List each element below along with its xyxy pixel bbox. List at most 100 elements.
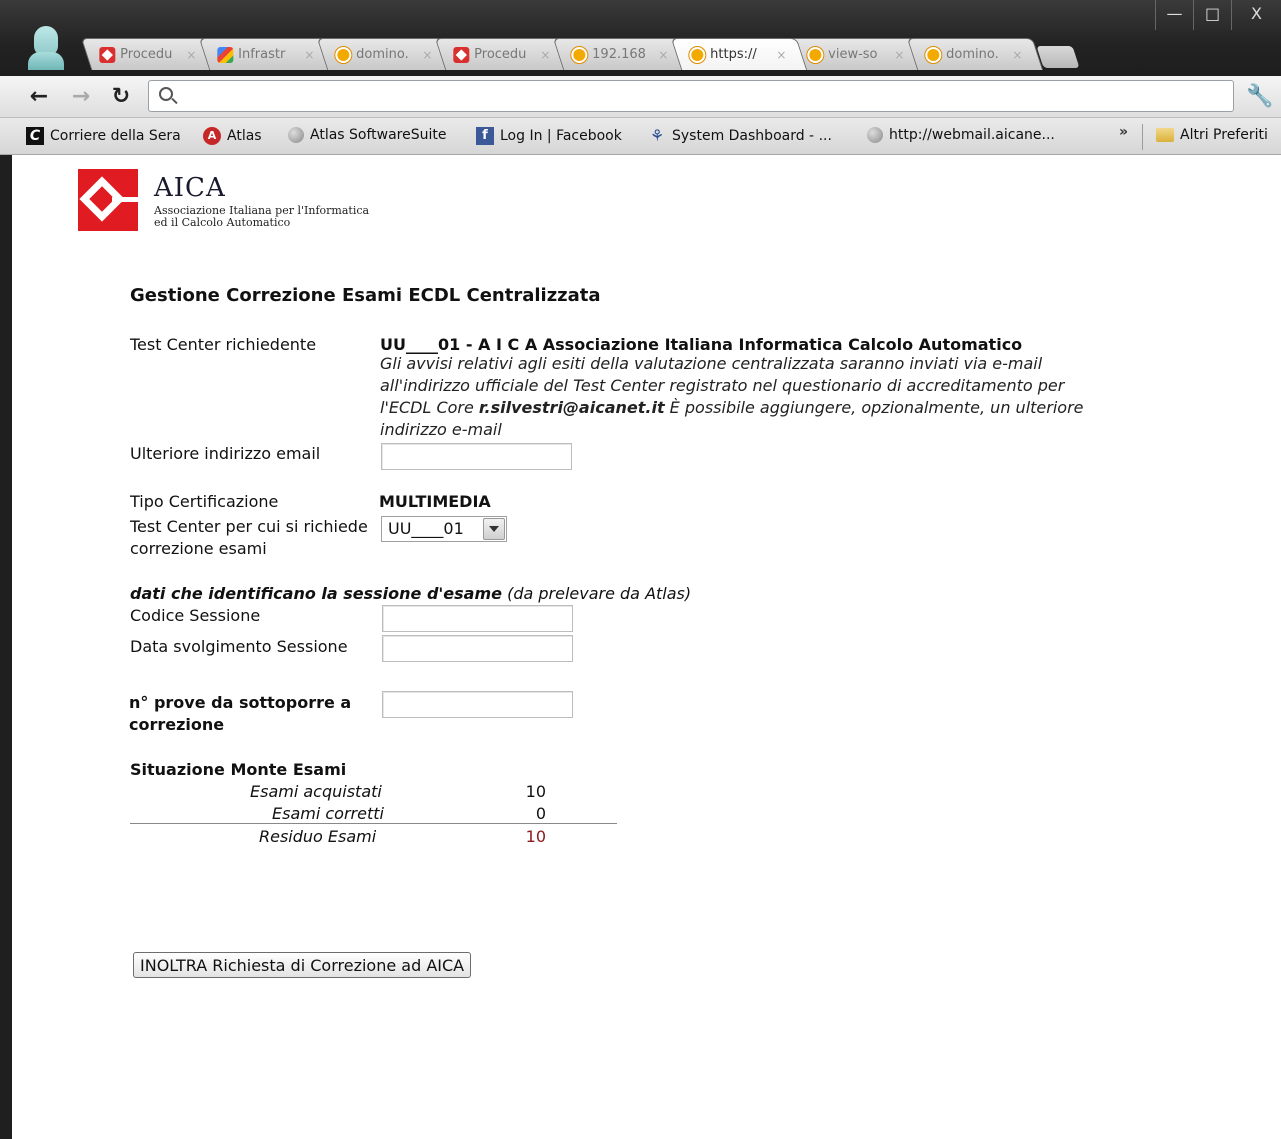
- window-controls: — □ X: [1155, 0, 1281, 30]
- session-date-label: Data svolgimento Sessione: [130, 637, 348, 656]
- session-code-label: Codice Sessione: [130, 606, 261, 625]
- tab-label: 192.168: [592, 47, 646, 62]
- profile-avatar-icon[interactable]: [28, 26, 64, 70]
- cert-type-value: MULTIMEDIA: [379, 492, 491, 511]
- tab-close-icon[interactable]: ×: [658, 48, 668, 62]
- bookmark-corriere[interactable]: C Corriere della Sera: [26, 127, 181, 145]
- reload-icon[interactable]: ↻: [108, 84, 134, 110]
- logo-subtitle-line2: ed il Calcolo Automatico: [154, 216, 291, 229]
- session-heading-bold: dati che identificano la sessione d'esam…: [130, 584, 502, 603]
- bookmark-atlas-suite[interactable]: Atlas SoftwareSuite: [288, 127, 447, 143]
- tab-close-icon[interactable]: ×: [776, 48, 786, 62]
- tests-count-label-line1: n° prove da sottoporre a: [129, 693, 352, 712]
- bookmark-webmail[interactable]: http://webmail.aicane...: [867, 127, 1055, 143]
- tab-label: Infrastr: [238, 47, 286, 62]
- bookmark-system-dashboard[interactable]: ⚘ System Dashboard - ...: [648, 127, 832, 145]
- tab-close-icon[interactable]: ×: [894, 48, 904, 62]
- tab-label: Procedu: [120, 47, 173, 62]
- close-window-button[interactable]: X: [1231, 0, 1281, 30]
- extra-email-field[interactable]: [381, 443, 572, 470]
- facebook-icon: f: [476, 127, 494, 145]
- atlas-icon: A: [203, 127, 221, 145]
- tab-label: domino.: [946, 47, 999, 62]
- page-content: AICA Associazione Italiana per l'Informa…: [12, 155, 1281, 1139]
- search-icon: [159, 87, 173, 101]
- corriere-icon: C: [26, 127, 44, 145]
- cert-type-label: Tipo Certificazione: [130, 492, 279, 511]
- bookmarks-separator: [1142, 124, 1143, 150]
- dashboard-icon: ⚘: [649, 126, 665, 145]
- back-arrow-icon[interactable]: ←: [26, 84, 52, 110]
- bookmark-facebook[interactable]: f Log In | Facebook: [476, 127, 622, 145]
- tab-label: https://: [710, 47, 757, 62]
- session-heading: dati che identificano la sessione d'esam…: [130, 584, 691, 603]
- monte-row-value-acquistati: 10: [525, 782, 546, 801]
- new-tab-button[interactable]: [1036, 46, 1080, 68]
- tests-count-label-line2: correzione: [129, 715, 225, 734]
- tab-label: view-so: [828, 47, 878, 62]
- bookmark-label: Atlas: [227, 128, 262, 144]
- bookmark-label: http://webmail.aicane...: [889, 127, 1055, 143]
- monte-row-label-corretti: Esami corretti: [272, 804, 384, 823]
- tab-1[interactable]: Procedu ×: [80, 38, 218, 70]
- tab-close-icon[interactable]: ×: [540, 48, 550, 62]
- tab-4[interactable]: Procedu ×: [434, 38, 572, 70]
- tab-close-icon[interactable]: ×: [304, 48, 314, 62]
- session-heading-rest: (da prelevare da Atlas): [502, 584, 692, 603]
- select-value: UU____01: [388, 519, 464, 538]
- address-bar[interactable]: [148, 80, 1234, 112]
- monte-row-value-corretti: 0: [535, 804, 546, 823]
- monte-row-label-residuo: Residuo Esami: [259, 827, 377, 846]
- browser-toolbar: ← → ↻ 🔧: [0, 76, 1281, 118]
- globe-icon: [867, 127, 883, 143]
- tab-close-icon[interactable]: ×: [186, 48, 196, 62]
- bookmarks-overflow-button[interactable]: »: [1119, 124, 1128, 140]
- tab-label: Procedu: [474, 47, 527, 62]
- monte-row-label-acquistati: Esami acquistati: [250, 782, 382, 801]
- tab-close-icon[interactable]: ×: [1012, 48, 1022, 62]
- folder-icon: [1156, 128, 1174, 142]
- wrench-menu-icon[interactable]: 🔧: [1246, 84, 1273, 109]
- tab-5[interactable]: 192.168 ×: [552, 38, 690, 70]
- test-center-select[interactable]: UU____01: [381, 516, 507, 542]
- submit-correction-button[interactable]: INOLTRA Richiesta di Correzione ad AICA: [133, 952, 472, 978]
- session-date-field[interactable]: [382, 635, 573, 662]
- tab-6-active[interactable]: https:// ×: [670, 38, 808, 70]
- tab-close-icon[interactable]: ×: [422, 48, 432, 62]
- chevron-down-icon[interactable]: [483, 518, 505, 540]
- session-code-field[interactable]: [382, 605, 573, 632]
- test-center-label: Test Center richiedente: [130, 335, 317, 354]
- tests-count-field[interactable]: [382, 691, 573, 718]
- tab-8[interactable]: domino. ×: [906, 38, 1044, 70]
- tests-count-label: n° prove da sottoporre a correzione: [129, 692, 351, 736]
- email-notice: Gli avvisi relativi agli esiti della val…: [380, 353, 1090, 441]
- bookmark-label: System Dashboard - ...: [672, 128, 832, 144]
- title-bar: Procedu × Infrastr × domino. × Procedu ×…: [0, 0, 1281, 76]
- browser-chrome: Procedu × Infrastr × domino. × Procedu ×…: [0, 0, 1281, 155]
- bookmark-label: Atlas SoftwareSuite: [310, 127, 447, 143]
- minimize-button[interactable]: —: [1155, 0, 1193, 30]
- domino-icon: [335, 46, 352, 63]
- tab-7[interactable]: view-so ×: [788, 38, 926, 70]
- monte-divider: [130, 823, 617, 824]
- globe-icon: [288, 127, 304, 143]
- test-center-value: UU____01 - A I C A Associazione Italiana…: [380, 335, 1023, 354]
- maximize-button[interactable]: □: [1193, 0, 1231, 30]
- window-left-border: [0, 155, 12, 1139]
- domino-icon: [807, 46, 824, 63]
- bookmark-label: Log In | Facebook: [500, 128, 622, 144]
- tc-request-label-line1: Test Center per cui si richiede: [130, 517, 368, 536]
- bookmark-label: Corriere della Sera: [50, 128, 181, 144]
- logo-subtitle: Associazione Italiana per l'Informatica …: [154, 205, 369, 229]
- tc-request-label: Test Center per cui si richiede correzio…: [130, 516, 368, 560]
- aica-logo-icon: [78, 169, 138, 231]
- tab-3[interactable]: domino. ×: [316, 38, 454, 70]
- other-bookmarks-folder[interactable]: Altri Preferiti: [1156, 127, 1268, 143]
- domino-icon: [689, 46, 706, 63]
- forward-arrow-icon[interactable]: →: [68, 84, 94, 110]
- notice-email: r.silvestri@aicanet.it: [478, 398, 665, 417]
- domino-icon: [571, 46, 588, 63]
- tab-2[interactable]: Infrastr ×: [198, 38, 336, 70]
- monte-row-value-residuo: 10: [525, 827, 546, 846]
- bookmark-atlas[interactable]: A Atlas: [203, 127, 262, 145]
